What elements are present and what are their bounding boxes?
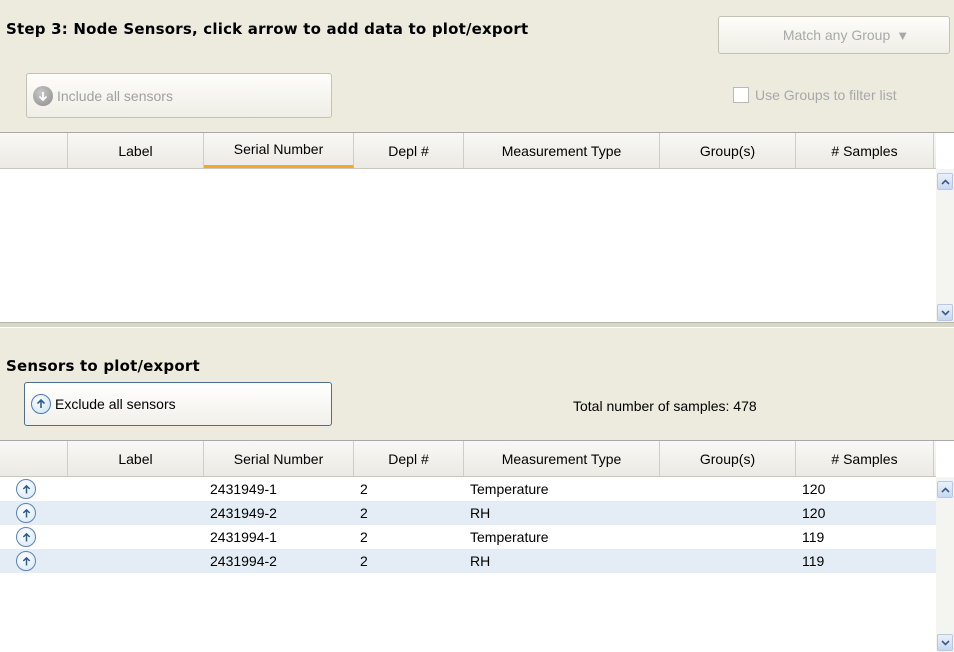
node-sensors-panel: Step 3: Node Sensors, click arrow to add… xyxy=(0,0,954,324)
depl-cell: 2 xyxy=(360,529,368,545)
total-samples-text: Total number of samples: 478 xyxy=(573,398,757,414)
label-cell xyxy=(68,549,204,573)
node-sensors-title: Step 3: Node Sensors, click arrow to add… xyxy=(6,20,529,38)
serial-number-cell: 2431949-1 xyxy=(210,481,277,497)
samples-cell: 119 xyxy=(802,553,825,569)
label-cell xyxy=(68,477,204,501)
groups-cell xyxy=(660,525,796,549)
vertical-scrollbar[interactable] xyxy=(936,169,954,323)
circle-up-arrow-icon[interactable] xyxy=(16,503,36,523)
column-header-measurement-type[interactable]: Measurement Type xyxy=(464,133,660,168)
column-header-depl[interactable]: Depl # xyxy=(354,441,464,476)
groups-cell xyxy=(660,477,796,501)
node-sensors-table: Label Serial Number Depl # Measurement T… xyxy=(0,132,954,323)
column-header-groups[interactable]: Group(s) xyxy=(660,133,796,168)
row-action-cell[interactable] xyxy=(0,477,68,501)
depl-cell: 2 xyxy=(360,481,368,497)
label-cell xyxy=(68,525,204,549)
row-action-cell[interactable] xyxy=(0,525,68,549)
measurement-type-cell: RH xyxy=(470,505,491,521)
circle-down-arrow-icon xyxy=(33,85,53,106)
triangle-down-icon: ▼ xyxy=(896,27,910,43)
measurement-type-cell: Temperature xyxy=(470,529,549,545)
vertical-scrollbar[interactable] xyxy=(936,477,954,652)
scroll-up-icon[interactable] xyxy=(937,481,953,498)
scroll-up-icon[interactable] xyxy=(937,173,953,190)
scroll-down-icon[interactable] xyxy=(937,634,953,651)
exclude-all-sensors-button[interactable]: Exclude all sensors xyxy=(24,382,332,426)
samples-cell: 120 xyxy=(802,481,826,497)
column-header-label[interactable]: Label xyxy=(68,133,204,168)
column-header-label[interactable]: Label xyxy=(68,441,204,476)
column-header-action[interactable] xyxy=(0,441,68,476)
samples-cell: 120 xyxy=(802,505,826,521)
depl-cell: 2 xyxy=(360,505,368,521)
table-row[interactable]: 2431994-1 2 Temperature 119 xyxy=(0,525,936,549)
serial-number-cell: 2431949-2 xyxy=(210,505,277,521)
serial-number-cell: 2431994-1 xyxy=(210,529,277,545)
checkbox-box[interactable] xyxy=(733,87,749,103)
plot-export-table: Label Serial Number Depl # Measurement T… xyxy=(0,440,954,652)
table-header: Label Serial Number Depl # Measurement T… xyxy=(0,133,936,169)
table-header: Label Serial Number Depl # Measurement T… xyxy=(0,441,936,477)
scroll-down-icon[interactable] xyxy=(937,304,953,321)
match-group-label: Match any Group xyxy=(782,27,891,43)
circle-up-arrow-icon xyxy=(31,394,51,414)
use-groups-label: Use Groups to filter list xyxy=(755,87,897,103)
measurement-type-cell: RH xyxy=(470,553,491,569)
row-action-cell[interactable] xyxy=(0,501,68,525)
column-header-samples[interactable]: # Samples xyxy=(796,133,934,168)
samples-cell: 119 xyxy=(802,529,825,545)
circle-up-arrow-icon[interactable] xyxy=(16,527,36,547)
column-header-action[interactable] xyxy=(0,133,68,168)
table-row[interactable]: 2431994-2 2 RH 119 xyxy=(0,549,936,573)
depl-cell: 2 xyxy=(360,553,368,569)
include-all-sensors-button[interactable]: Include all sensors xyxy=(26,73,332,118)
plot-export-title: Sensors to plot/export xyxy=(6,357,200,375)
column-header-serial-number[interactable]: Serial Number xyxy=(204,133,354,168)
column-header-serial-number[interactable]: Serial Number xyxy=(204,441,354,476)
column-header-groups[interactable]: Group(s) xyxy=(660,441,796,476)
label-cell xyxy=(68,501,204,525)
column-header-measurement-type[interactable]: Measurement Type xyxy=(464,441,660,476)
column-header-samples[interactable]: # Samples xyxy=(796,441,934,476)
include-all-sensors-label: Include all sensors xyxy=(57,87,173,104)
exclude-all-sensors-label: Exclude all sensors xyxy=(55,396,176,412)
plot-export-panel: Sensors to plot/export Exclude all senso… xyxy=(0,328,954,652)
match-group-dropdown[interactable]: Match any Group ▼ xyxy=(718,16,950,54)
table-row[interactable]: 2431949-1 2 Temperature 120 xyxy=(0,477,936,501)
circle-up-arrow-icon[interactable] xyxy=(16,551,36,571)
column-header-depl[interactable]: Depl # xyxy=(354,133,464,168)
table-row[interactable]: 2431949-2 2 RH 120 xyxy=(0,501,936,525)
serial-number-cell: 2431994-2 xyxy=(210,553,277,569)
circle-up-arrow-icon[interactable] xyxy=(16,479,36,499)
groups-cell xyxy=(660,549,796,573)
groups-cell xyxy=(660,501,796,525)
measurement-type-cell: Temperature xyxy=(470,481,549,497)
row-action-cell[interactable] xyxy=(0,549,68,573)
use-groups-checkbox[interactable]: Use Groups to filter list xyxy=(733,87,897,103)
